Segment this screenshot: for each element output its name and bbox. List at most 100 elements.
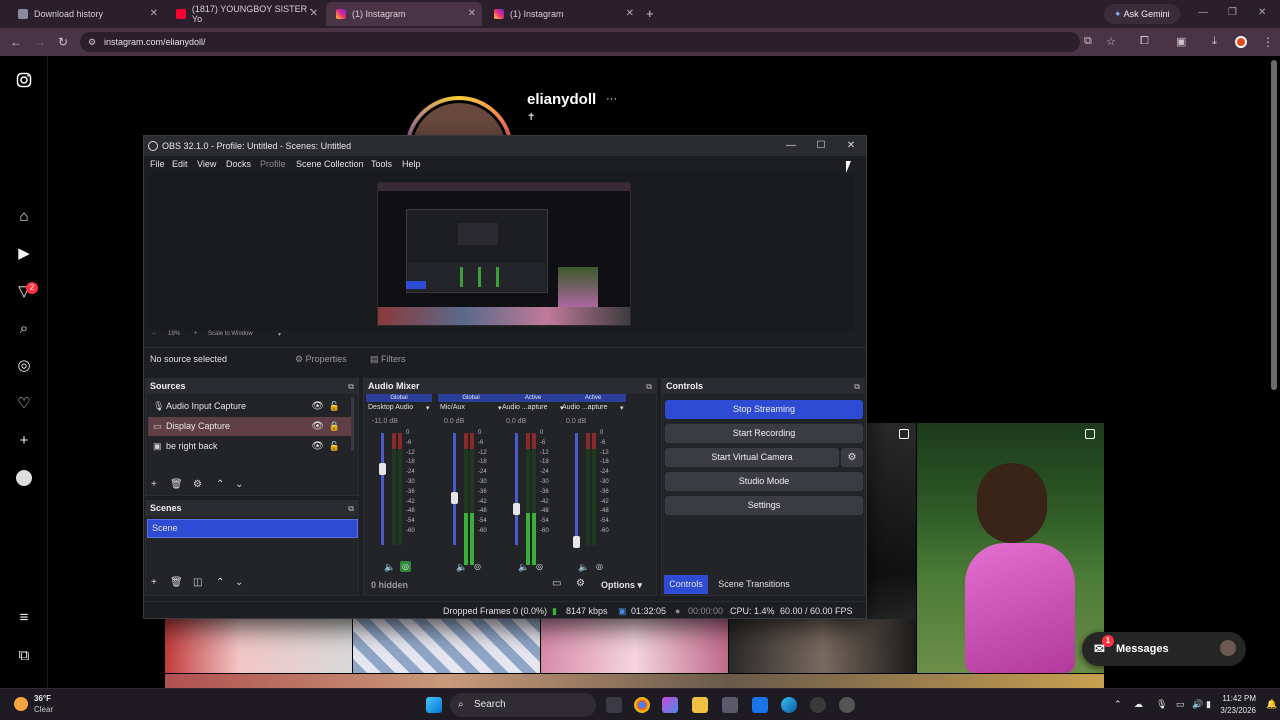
reels-icon[interactable]: ▶ bbox=[15, 245, 33, 263]
explore-icon[interactable]: ◎ bbox=[15, 357, 33, 375]
menu-docks[interactable]: Docks bbox=[226, 159, 251, 169]
tray-overflow-icon[interactable]: ⌃ bbox=[1114, 699, 1122, 710]
scene-item-selected[interactable]: Scene bbox=[147, 519, 358, 538]
reload-icon[interactable]: ↻ bbox=[58, 35, 68, 49]
page-scrollbar[interactable] bbox=[1271, 60, 1277, 390]
menu-edit[interactable]: Edit bbox=[172, 159, 188, 169]
profile-options-icon[interactable]: ··· bbox=[606, 93, 617, 105]
copilot-icon[interactable] bbox=[662, 697, 678, 713]
speaker-icon[interactable]: 🔈 bbox=[456, 562, 467, 573]
menu-icon[interactable]: ≡ bbox=[15, 609, 33, 627]
post-thumbnail[interactable] bbox=[729, 619, 916, 673]
monitor-headphones-icon[interactable]: ◎ bbox=[594, 561, 605, 572]
obs-title-bar[interactable]: OBS 32.1.0 - Profile: Untitled - Scenes:… bbox=[144, 136, 866, 156]
home-icon[interactable]: ⌂ bbox=[15, 208, 33, 226]
channel-name[interactable]: Desktop Audio bbox=[368, 404, 413, 411]
post-thumbnail[interactable] bbox=[541, 619, 728, 673]
visibility-eye-icon[interactable]: 👁 bbox=[311, 437, 324, 456]
network-icon[interactable]: ▭ bbox=[1176, 699, 1185, 710]
visibility-eye-icon[interactable]: 👁 bbox=[311, 417, 324, 436]
task-view-icon[interactable] bbox=[606, 697, 622, 713]
chevron-down-icon[interactable]: ▾ bbox=[278, 331, 281, 338]
menu-profile[interactable]: Profile bbox=[260, 159, 286, 169]
obs-minimize-icon[interactable]: — bbox=[776, 136, 806, 156]
downloads-icon[interactable]: ⤓ bbox=[1212, 35, 1217, 48]
sidepanel-icon[interactable]: ▣ bbox=[1176, 35, 1186, 48]
new-tab-icon[interactable]: + bbox=[646, 6, 654, 21]
zoom-out-button[interactable]: − bbox=[152, 331, 156, 337]
fader-handle[interactable] bbox=[573, 535, 580, 548]
windows-start-icon[interactable] bbox=[426, 697, 442, 713]
add-scene-icon[interactable]: + bbox=[151, 577, 157, 588]
fader-handle[interactable] bbox=[451, 492, 458, 505]
obs-maximize-icon[interactable]: ☐ bbox=[806, 136, 836, 156]
chevron-down-icon[interactable]: ▾ bbox=[426, 404, 430, 412]
instagram-logo-icon[interactable] bbox=[15, 72, 33, 90]
fader-handle[interactable] bbox=[379, 463, 386, 476]
ask-gemini-button[interactable]: ✦ Ask Gemini bbox=[1104, 4, 1180, 24]
search-icon[interactable]: ⌕ bbox=[15, 320, 33, 338]
profile-username[interactable]: elianydoll bbox=[527, 91, 596, 108]
tab-download-history[interactable]: Download history ✕ bbox=[8, 2, 164, 26]
mixer-options-button[interactable]: Options ▾ bbox=[601, 580, 642, 591]
start-virtual-camera-button[interactable]: Start Virtual Camera bbox=[665, 448, 839, 467]
onedrive-icon[interactable]: ☁ bbox=[1134, 699, 1143, 710]
lock-icon[interactable]: 🔓 bbox=[329, 397, 340, 416]
close-window-icon[interactable]: ✕ bbox=[1258, 7, 1266, 18]
tab-instagram[interactable]: (1) Instagram ✕ bbox=[484, 2, 640, 26]
file-explorer-icon[interactable] bbox=[692, 697, 708, 713]
install-app-icon[interactable]: ⧉ bbox=[1084, 35, 1092, 48]
source-settings-icon[interactable]: ⚙ bbox=[193, 479, 202, 490]
microphone-tray-icon[interactable]: 🎙 bbox=[1156, 699, 1167, 710]
lock-icon[interactable]: 🔒 bbox=[329, 417, 340, 436]
remove-source-icon[interactable]: 🗑 bbox=[170, 479, 183, 490]
monitor-headphones-icon[interactable]: ◎ bbox=[534, 561, 545, 572]
speaker-icon[interactable]: 🔈 bbox=[578, 562, 589, 573]
move-down-icon[interactable]: ⌄ bbox=[235, 479, 243, 490]
media-player-icon[interactable] bbox=[839, 697, 855, 713]
site-info-icon[interactable]: ⚙ bbox=[88, 32, 96, 52]
address-bar[interactable]: ⚙ instagram.com/elianydoll/ bbox=[80, 32, 1080, 52]
tab-youtube[interactable]: (1817) YOUNGBOY SISTER - Yo ✕ bbox=[166, 2, 324, 26]
clock-time[interactable]: 11:42 PM bbox=[1216, 694, 1256, 703]
tab-scene-transitions[interactable]: Scene Transitions bbox=[714, 575, 794, 594]
menu-file[interactable]: File bbox=[150, 159, 165, 169]
messages-button[interactable]: ✉ 1 Messages bbox=[1082, 632, 1246, 666]
close-tab-icon[interactable]: ✕ bbox=[150, 8, 158, 19]
remove-scene-icon[interactable]: 🗑 bbox=[170, 577, 183, 588]
lock-icon[interactable]: 🔓 bbox=[329, 437, 340, 456]
heart-icon[interactable]: ♡ bbox=[15, 395, 33, 413]
menu-scene-collection[interactable]: Scene Collection bbox=[296, 159, 364, 169]
zoom-mode-select[interactable]: Scale to Window bbox=[208, 331, 253, 337]
edge-icon[interactable] bbox=[781, 697, 797, 713]
obs-close-icon[interactable]: ✕ bbox=[836, 136, 866, 156]
speaker-icon[interactable]: 🔈 bbox=[518, 562, 529, 573]
profile-avatar-icon[interactable] bbox=[1235, 36, 1247, 48]
undock-icon[interactable]: ⧉ bbox=[348, 379, 354, 394]
stop-streaming-button[interactable]: Stop Streaming bbox=[665, 400, 863, 419]
notification-bell-icon[interactable]: 🔔 bbox=[1266, 699, 1277, 710]
sources-scrollbar[interactable] bbox=[351, 397, 354, 451]
close-tab-icon[interactable]: ✕ bbox=[468, 8, 476, 19]
maximize-icon[interactable]: ❐ bbox=[1228, 7, 1237, 18]
back-icon[interactable]: ← bbox=[10, 35, 22, 49]
filters-button[interactable]: ▤ Filters bbox=[366, 351, 412, 368]
channel-name[interactable]: Mic/Aux bbox=[440, 404, 465, 411]
tab-instagram-active[interactable]: (1) Instagram ✕ bbox=[326, 2, 482, 26]
close-tab-icon[interactable]: ✕ bbox=[310, 8, 318, 19]
post-thumbnail[interactable] bbox=[165, 619, 352, 673]
store-icon[interactable] bbox=[722, 697, 738, 713]
undock-icon[interactable]: ⧉ bbox=[646, 379, 652, 394]
source-item[interactable]: 🎙 Audio Input Capture 👁 🔓 bbox=[148, 397, 352, 416]
fader-handle[interactable] bbox=[513, 503, 520, 516]
undock-icon[interactable]: ⧉ bbox=[854, 379, 860, 394]
close-tab-icon[interactable]: ✕ bbox=[626, 8, 634, 19]
move-up-icon[interactable]: ⌃ bbox=[216, 577, 224, 588]
battery-icon[interactable]: ▮ bbox=[1206, 699, 1211, 710]
volume-icon[interactable]: 🔊 bbox=[1192, 699, 1203, 710]
move-down-icon[interactable]: ⌄ bbox=[235, 577, 243, 588]
tab-controls[interactable]: Controls bbox=[664, 575, 708, 594]
chevron-down-icon[interactable]: ▾ bbox=[620, 404, 624, 412]
start-recording-button[interactable]: Start Recording bbox=[665, 424, 863, 443]
clock-date[interactable]: 3/23/2026 bbox=[1214, 706, 1256, 715]
